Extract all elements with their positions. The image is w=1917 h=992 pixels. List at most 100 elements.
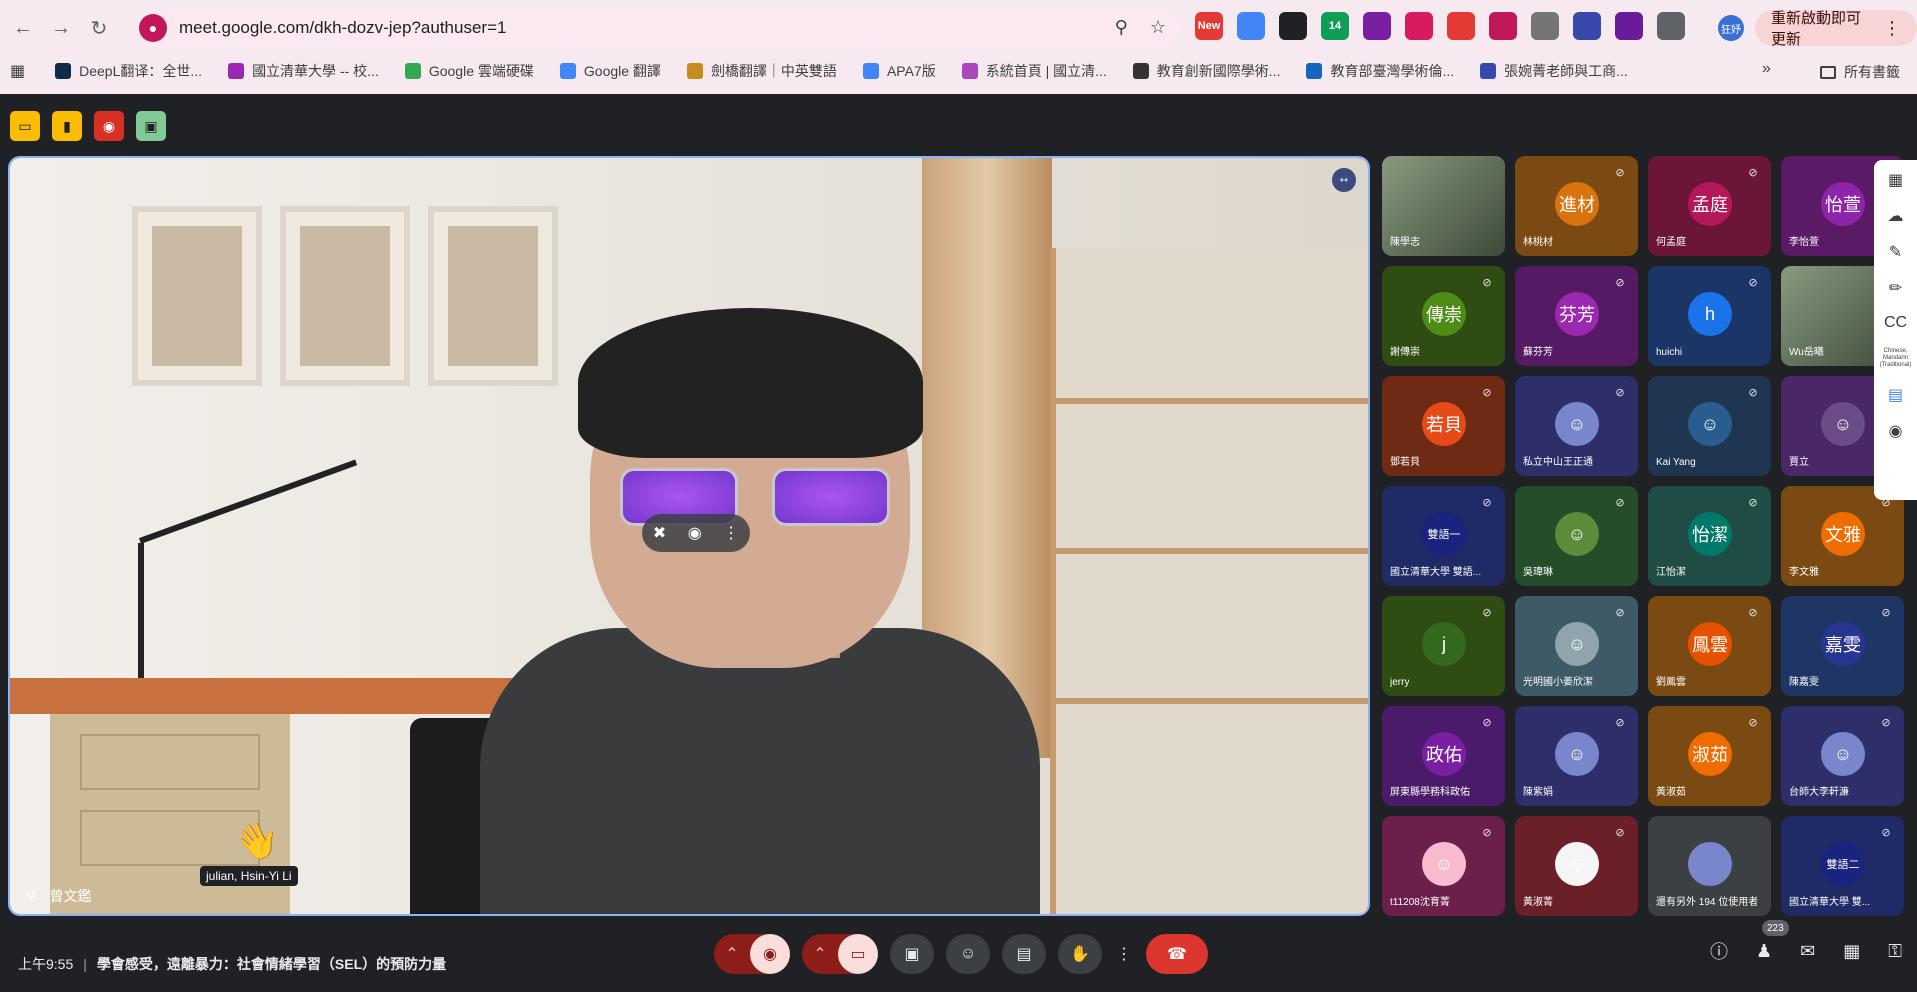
bookmarks-overflow-icon[interactable]: » — [1762, 60, 1771, 78]
hang-up-icon[interactable]: ☎ — [1146, 934, 1208, 974]
menu-kebab-icon[interactable]: ⋮ — [1883, 18, 1901, 39]
participant-tile[interactable]: ☺ ⊘ 台師大李軒濂 — [1781, 706, 1904, 806]
participant-tile[interactable]: ☺ ⊘ 吳瑋琳 — [1515, 486, 1638, 586]
bookmark-item[interactable]: 系統首頁 | 國立清... — [961, 61, 1107, 81]
participant-tile[interactable]: 若貝 ⊘ 鄧若貝 — [1382, 376, 1505, 476]
new-extension-icon[interactable]: New — [1195, 12, 1223, 40]
caption-language-label[interactable]: Chinese, Mandarin (Traditional) — [1874, 348, 1917, 369]
calendar-extension-icon[interactable]: 14 — [1321, 12, 1349, 40]
bookmark-item[interactable]: 教育創新國際學術... — [1132, 61, 1280, 81]
extension-icon[interactable] — [1405, 12, 1433, 40]
devices-badge-icon[interactable]: ▣ — [136, 111, 166, 141]
chat-plus-icon[interactable]: ✎ — [1889, 242, 1902, 262]
participant-name: 光明國小姜欣潔 — [1523, 677, 1593, 688]
participant-tile[interactable]: 鳳雲 ⊘ 劉鳳雲 — [1648, 596, 1771, 696]
activities-icon[interactable]: ▦ — [1843, 941, 1860, 962]
recording-badge-icon[interactable]: ◉ — [94, 111, 124, 141]
bookmark-item[interactable]: 教育部臺灣學術倫... — [1306, 61, 1454, 81]
more-options-icon[interactable]: ⋮ — [723, 523, 739, 543]
mic-options-chevron-icon[interactable]: ⌃ — [714, 944, 750, 964]
participant-tile[interactable]: 政佑 ⊘ 屏東縣學務科政佑 — [1382, 706, 1505, 806]
meeting-details-icon[interactable]: ⓘ — [1710, 938, 1728, 964]
participant-tile[interactable]: ☺ ⊘ 黃淑菁 — [1515, 816, 1638, 916]
cc-icon[interactable]: CC — [1884, 314, 1907, 332]
participant-tile[interactable]: 雙語二 ⊘ 國立清華大學 雙... — [1781, 816, 1904, 916]
zoom-icon[interactable]: ⚲ — [1115, 17, 1128, 38]
bookmark-item[interactable]: DeepL翻译：全世... — [55, 61, 202, 81]
mic-off-icon: ⊘ — [1748, 386, 1758, 399]
extension-icon[interactable] — [1531, 12, 1559, 40]
camera-options-chevron-icon[interactable]: ⌃ — [802, 944, 838, 964]
captions-icon[interactable]: ▤ — [1002, 934, 1046, 974]
participant-tile[interactable]: 雙語一 ⊘ 國立清華大學 雙語... — [1382, 486, 1505, 586]
extension-icon[interactable] — [1279, 12, 1307, 40]
apps-grid-icon[interactable]: ▦ — [10, 61, 25, 81]
unpin-icon[interactable]: ✖ — [653, 523, 666, 543]
mic-off-icon[interactable]: ◉ — [750, 934, 790, 974]
update-button[interactable]: 重新啟動即可更新 ⋮ — [1755, 10, 1917, 48]
bookmark-item[interactable]: 張婉菁老師與工商... — [1480, 61, 1628, 81]
extension-icon[interactable] — [1363, 12, 1391, 40]
door-badge-icon[interactable]: ▮ — [52, 111, 82, 141]
bookmark-star-icon[interactable]: ☆ — [1150, 17, 1166, 38]
extension-icon[interactable] — [1489, 12, 1517, 40]
chat-icon[interactable]: ✉ — [1800, 941, 1815, 962]
bookmark-item[interactable]: 劍橋翻譯｜中英雙語 — [686, 61, 837, 81]
extension-icon[interactable] — [1573, 12, 1601, 40]
shield-extension-icon[interactable] — [1447, 12, 1475, 40]
all-bookmarks-button[interactable]: 所有書籤 — [1820, 62, 1900, 82]
mic-site-icon[interactable]: ● — [139, 14, 167, 42]
participant-tile[interactable]: ☺ ⊘ 光明國小姜欣潔 — [1515, 596, 1638, 696]
no-video-badge-icon[interactable]: ▭ — [10, 111, 40, 141]
bookmark-favicon-icon — [1480, 63, 1497, 79]
participant-tile[interactable]: j ⊘ jerry — [1382, 596, 1505, 696]
back-icon[interactable]: ← — [6, 11, 40, 45]
camera-icon[interactable]: ◉ — [1889, 421, 1903, 441]
participant-tile[interactable]: ☺ ⊘ 私立中山王正通 — [1515, 376, 1638, 476]
extension-icon[interactable] — [1615, 12, 1643, 40]
bookmark-item[interactable]: Google 雲端硬碟 — [404, 61, 534, 81]
participant-tile[interactable]: h ⊘ huichi — [1648, 266, 1771, 366]
extensions-area: New 14 — [1195, 12, 1685, 40]
participant-tile[interactable]: 淑茹 ⊘ 黃淑茹 — [1648, 706, 1771, 806]
emoji-reaction-icon[interactable]: ☺ — [946, 934, 990, 974]
participant-tile[interactable]: 還有另外 194 位使用者 — [1648, 816, 1771, 916]
participant-tile[interactable]: ☺ ⊘ 陳紫娟 — [1515, 706, 1638, 806]
avatar: 傳崇 — [1422, 292, 1466, 336]
participant-name: 屏東縣學務科政佑 — [1390, 787, 1470, 798]
participant-name: 黃淑茹 — [1656, 787, 1686, 798]
participant-tile[interactable]: 孟庭 ⊘ 何孟庭 — [1648, 156, 1771, 256]
host-controls-icon[interactable]: ⚿ — [1888, 941, 1902, 962]
mic-off-icon: ⊘ — [1748, 166, 1758, 179]
participant-tile[interactable]: 嘉雯 ⊘ 陳嘉雯 — [1781, 596, 1904, 696]
participant-tile[interactable]: 怡潔 ⊘ 江怡潔 — [1648, 486, 1771, 586]
mic-icon[interactable]: ◉ — [688, 523, 702, 543]
forward-icon[interactable]: → — [44, 11, 78, 45]
weather-icon[interactable]: ☁ — [1888, 206, 1904, 226]
more-options-icon[interactable]: ⋮ — [1114, 934, 1134, 974]
reload-icon[interactable]: ↻ — [82, 11, 116, 45]
url-text[interactable]: meet.google.com/dkh-dozv-jep?authuser=1 — [179, 18, 506, 38]
participant-tile[interactable]: 進材 ⊘ 林桃材 — [1515, 156, 1638, 256]
participant-tile[interactable]: 芬芳 ⊘ 蘇芬芳 — [1515, 266, 1638, 366]
address-bar[interactable]: ● meet.google.com/dkh-dozv-jep?authuser=… — [135, 10, 1180, 46]
participant-tile[interactable]: 陳學志 — [1382, 156, 1505, 256]
present-screen-icon[interactable]: ▣ — [890, 934, 934, 974]
profile-avatar[interactable]: 狂妤 — [1718, 15, 1744, 41]
people-icon[interactable]: ♟ — [1756, 941, 1772, 962]
main-speaker-tile[interactable]: •• ✖ ◉ ⋮ 👋 julian, Hsin-Yi Li ⚲ 曾文鑑 — [8, 156, 1370, 916]
bookmark-item[interactable]: Google 翻譯 — [559, 61, 661, 81]
translate-extension-icon[interactable] — [1237, 12, 1265, 40]
participant-tile[interactable]: 傳崇 ⊘ 謝傳崇 — [1382, 266, 1505, 366]
bookmark-item[interactable]: 國立清華大學 -- 校... — [228, 61, 379, 81]
raise-hand-icon[interactable]: ✋ — [1058, 934, 1102, 974]
puzzle-extension-icon[interactable] — [1657, 12, 1685, 40]
pen-icon[interactable]: ✏ — [1889, 278, 1902, 298]
participant-tile[interactable]: ☺ ⊘ t11208沈育菁 — [1382, 816, 1505, 916]
participant-tile[interactable]: ☺ ⊘ Kai Yang — [1648, 376, 1771, 476]
apps-icon[interactable]: ▦ — [1888, 170, 1903, 190]
bookmark-item[interactable]: APA7版 — [862, 61, 936, 81]
docs-icon[interactable]: ▤ — [1888, 385, 1903, 405]
camera-off-icon[interactable]: ▭ — [838, 934, 878, 974]
participant-tile[interactable]: 文雅 ⊘ 李文雅 — [1781, 486, 1904, 586]
